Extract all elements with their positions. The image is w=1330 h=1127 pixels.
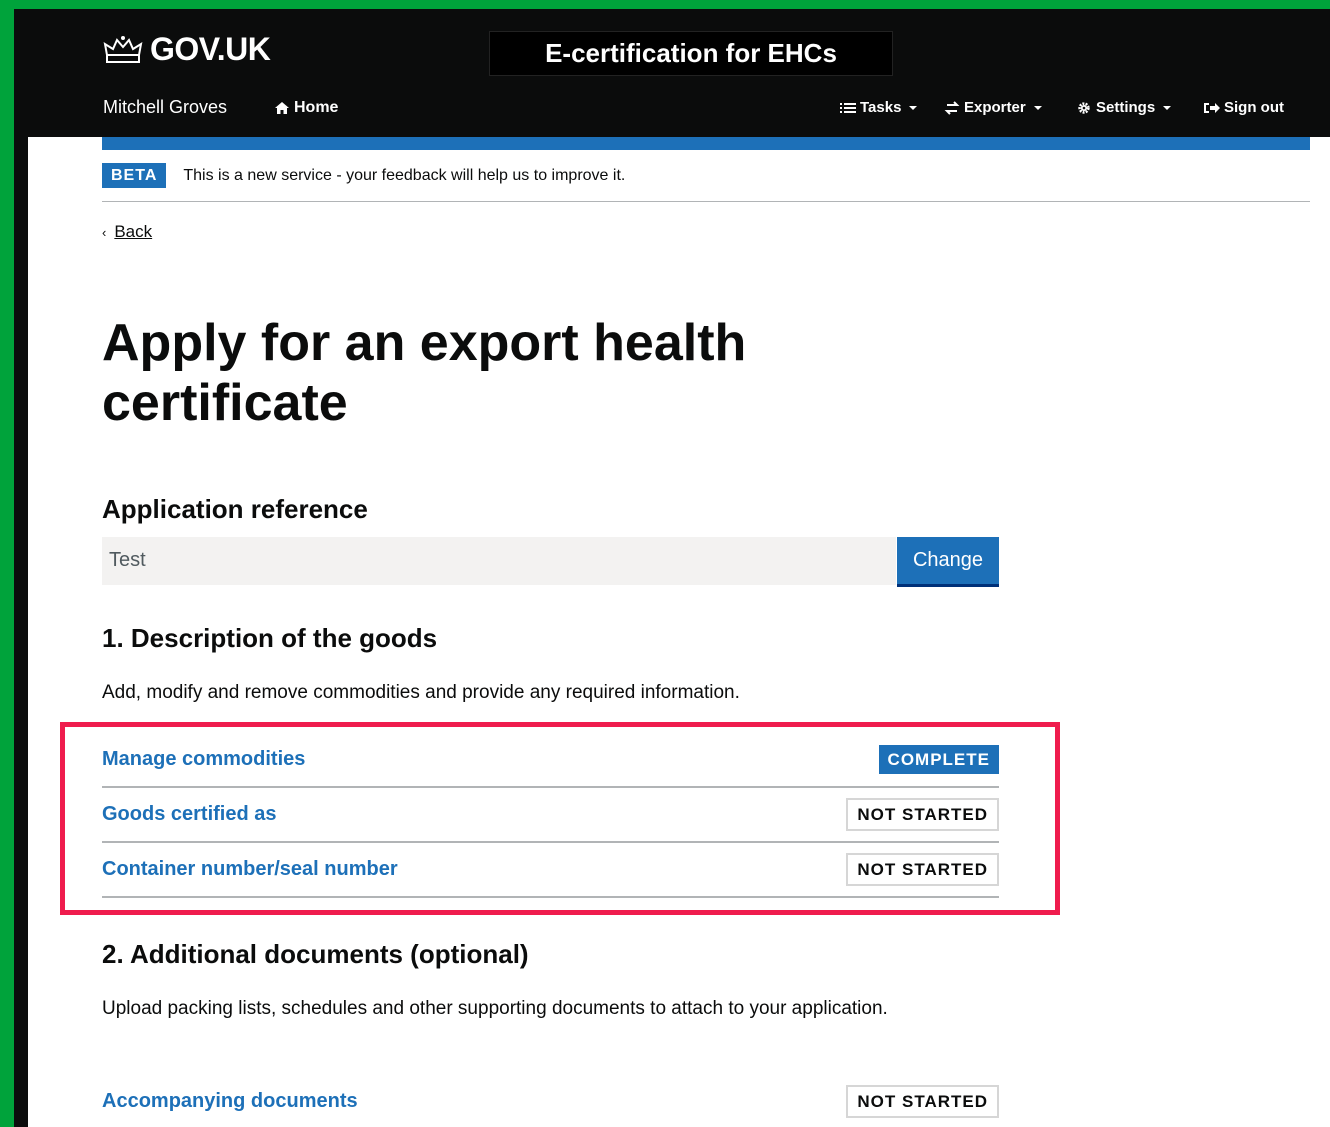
govuk-header: GOV.UK E-certification for EHCs Mitchell… (14, 9, 1330, 137)
nav-exporter-dropdown[interactable]: Exporter (944, 99, 1042, 116)
main-content: BETA This is a new service - your feedba… (28, 137, 1330, 1127)
chevron-down-icon (909, 105, 918, 110)
section2-description: Upload packing lists, schedules and othe… (102, 998, 888, 1019)
application-reference-value: Test (102, 537, 896, 585)
chevron-left-icon: ‹ (102, 224, 107, 240)
nav-sign-out-label: Sign out (1224, 99, 1284, 116)
application-reference-heading: Application reference (102, 494, 368, 524)
nav-exporter-label: Exporter (964, 99, 1026, 116)
section1-heading: 1. Description of the goods (102, 623, 438, 653)
nav-settings-label: Settings (1096, 99, 1156, 116)
task-link-accompanying-documents[interactable]: Accompanying documents (102, 1090, 358, 1113)
logo-text: GOV.UK (150, 31, 271, 67)
header-blue-bar (102, 137, 1310, 150)
nav-tasks-dropdown[interactable]: Tasks (840, 99, 918, 116)
status-badge: NOT STARTED (846, 1085, 999, 1118)
crown-icon (103, 35, 143, 63)
service-name[interactable]: E-certification for EHCs (489, 31, 893, 76)
home-icon (275, 102, 289, 114)
sign-out-icon (1204, 102, 1220, 113)
user-name: Mitchell Groves (103, 97, 228, 117)
beta-text: This is a new service - your feedback wi… (183, 166, 626, 184)
nav-sign-out-link[interactable]: Sign out (1204, 99, 1284, 116)
page-title: Apply for an export health certificate (102, 314, 747, 432)
phase-banner: BETA This is a new service - your feedba… (102, 163, 625, 188)
beta-tag: BETA (102, 163, 167, 188)
back-link-label[interactable]: Back (114, 222, 152, 242)
chevron-down-icon (1163, 105, 1172, 110)
list-icon (840, 102, 856, 113)
nav-settings-dropdown[interactable]: Settings (1076, 99, 1172, 116)
back-link[interactable]: ‹ Back (102, 222, 152, 242)
highlight-box (60, 722, 1060, 915)
gear-icon (1078, 101, 1090, 114)
nav-home-label: Home (294, 99, 339, 116)
nav-tasks-label: Tasks (860, 99, 902, 116)
swap-icon (944, 100, 960, 115)
nav-home-link[interactable]: Home (274, 99, 338, 117)
task-row-accompanying-documents: Accompanying documents NOT STARTED (102, 1085, 999, 1118)
chevron-down-icon (1033, 105, 1042, 110)
section2-heading: 2. Additional documents (optional) (102, 939, 529, 969)
section1-description: Add, modify and remove commodities and p… (102, 682, 740, 703)
govuk-logo[interactable]: GOV.UK (102, 31, 271, 68)
change-button[interactable]: Change (897, 537, 999, 584)
divider (102, 201, 1310, 202)
